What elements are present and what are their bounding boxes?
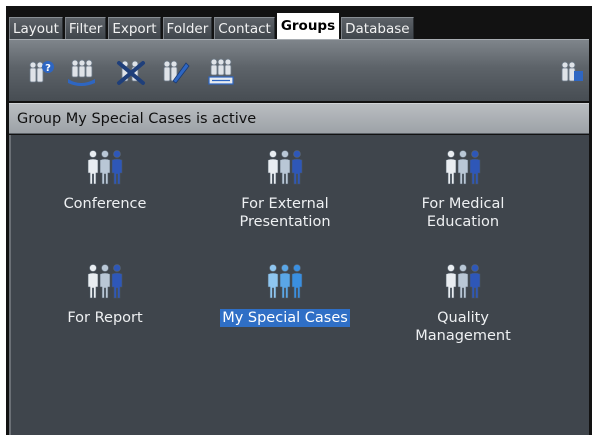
status-text: Group My Special Cases is active — [17, 111, 257, 127]
tab-filter[interactable]: Filter — [64, 17, 107, 39]
group-people-icon — [445, 150, 481, 185]
group-people-icon — [267, 150, 303, 185]
tab-export[interactable]: Export — [108, 17, 161, 39]
tab-bar: Layout Filter Export Folder Contact Grou… — [9, 13, 416, 39]
delete-group-icon — [117, 60, 145, 85]
group-people-icon — [267, 264, 303, 299]
group-label: Quality Management — [415, 310, 511, 344]
group-conference[interactable]: Conference — [25, 149, 185, 213]
group-info-button[interactable] — [554, 57, 586, 87]
app-window: Layout Filter Export Folder Contact Grou… — [6, 6, 592, 435]
group-list-button[interactable] — [205, 57, 237, 87]
group-people-icon — [87, 264, 123, 299]
new-group-icon: ? — [29, 61, 54, 83]
group-my-special-cases[interactable]: My Special Cases — [205, 263, 365, 327]
group-label: My Special Cases — [220, 309, 350, 327]
group-settings-icon — [68, 59, 95, 86]
group-list-icon — [208, 58, 234, 85]
edit-group-button[interactable] — [159, 57, 191, 87]
group-people-icon — [445, 264, 481, 299]
tab-folder[interactable]: Folder — [162, 17, 213, 39]
group-people-icon — [87, 150, 123, 185]
svg-text:?: ? — [45, 63, 51, 74]
group-for-external-presentation[interactable]: For External Presentation — [205, 149, 365, 231]
tab-layout[interactable]: Layout — [9, 17, 63, 39]
group-for-report[interactable]: For Report — [25, 263, 185, 327]
new-group-button[interactable]: ? — [25, 57, 57, 87]
toolbar: ? — [9, 39, 589, 101]
group-info-icon — [561, 61, 583, 82]
status-bar: Group My Special Cases is active — [9, 103, 589, 134]
tab-groups[interactable]: Groups — [276, 13, 340, 39]
groups-panel: Conference For External Presentation For… — [9, 135, 589, 435]
delete-group-button[interactable] — [115, 57, 147, 87]
group-label: Conference — [63, 196, 147, 212]
edit-group-icon — [163, 60, 190, 84]
tab-contact[interactable]: Contact — [214, 17, 275, 39]
group-label: For Medical Education — [421, 196, 505, 230]
group-label: For Report — [67, 310, 143, 326]
group-quality-management[interactable]: Quality Management — [383, 263, 543, 345]
group-for-medical-education[interactable]: For Medical Education — [383, 149, 543, 231]
group-label: For External Presentation — [239, 196, 331, 230]
group-settings-button[interactable] — [65, 57, 97, 87]
tab-database[interactable]: Database — [341, 17, 414, 39]
